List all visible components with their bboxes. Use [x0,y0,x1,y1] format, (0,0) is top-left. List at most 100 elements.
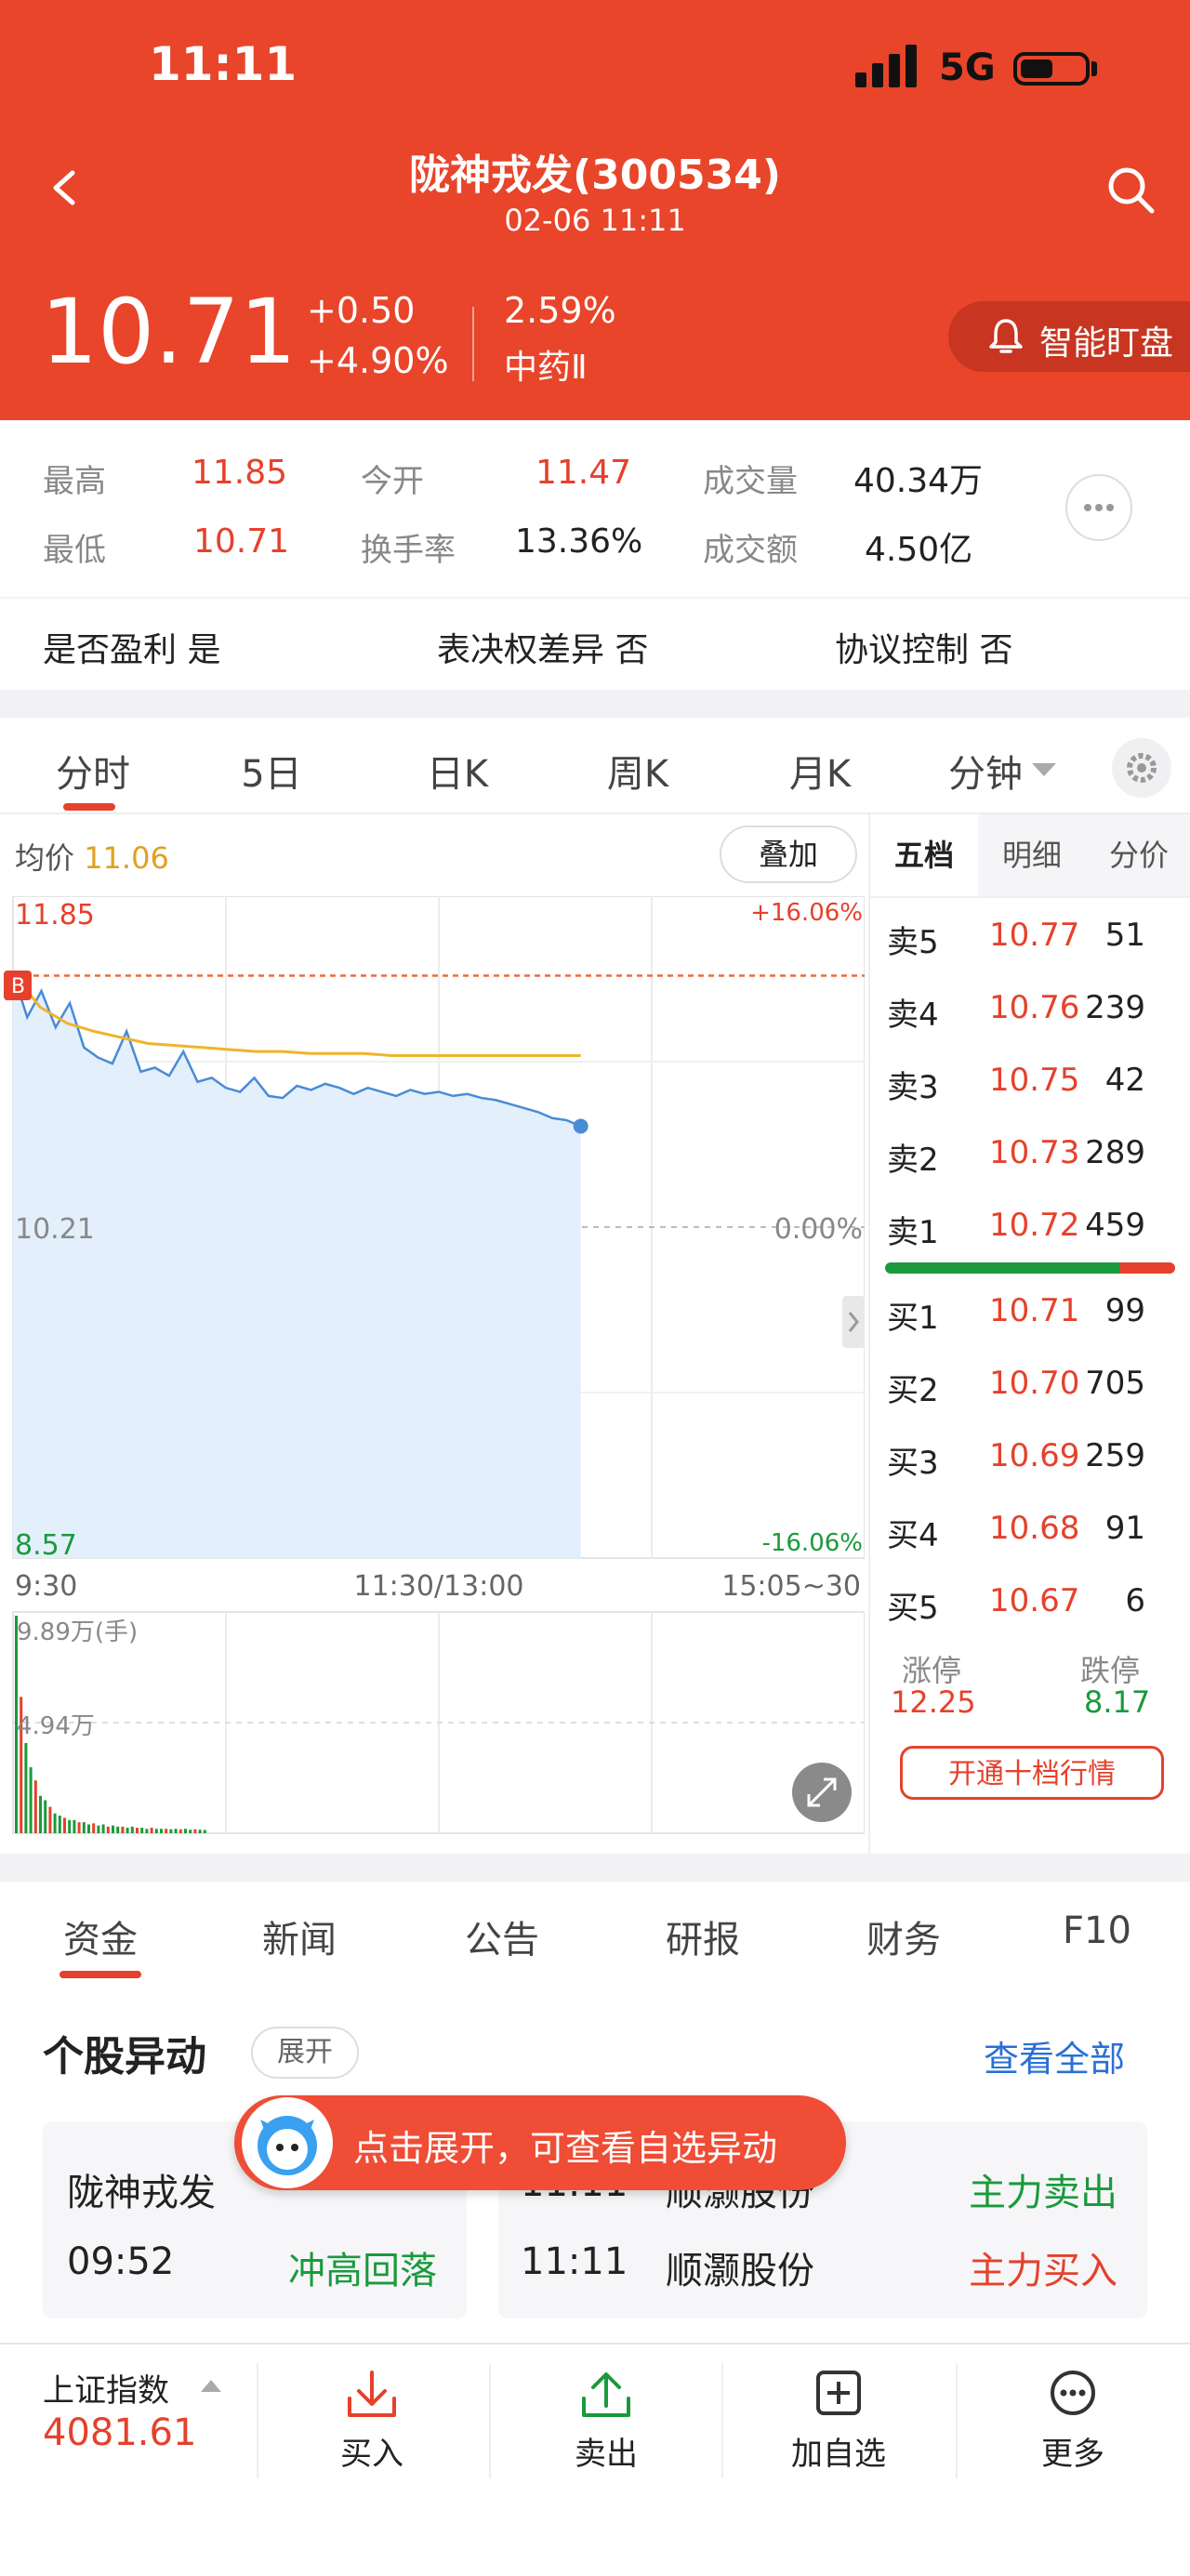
dropdown-caret-icon[interactable] [1030,760,1058,779]
buy-marker-label: B [11,975,25,998]
sell-label: 卖出 [575,2436,638,2473]
volume-bar [169,1829,173,1833]
mascot-icon [242,2097,333,2188]
bid-ask-ratio-bar [885,1262,1175,1274]
tab-monthly-k[interactable]: 月K [764,744,876,798]
flag-profit: 是否盈利 是 [43,631,221,669]
volume-bar [193,1829,197,1833]
tab-minute[interactable]: 分钟 [930,744,1041,798]
more-options-icon[interactable] [1065,474,1132,541]
tab-f10[interactable]: F10 [1039,1909,1155,1952]
signal-icon [855,45,920,87]
volume-value: 40.34万 [853,462,984,500]
x-label-mid: 11:30/13:00 [353,1570,523,1603]
volume-bar [140,1828,144,1833]
divider [472,307,474,381]
y-high-label: 11.85 [15,899,95,931]
volume-bar [101,1824,105,1833]
tab-detail[interactable]: 明细 [978,814,1086,896]
more-dots-icon [1051,2371,1095,2415]
index-name: 上证指数 [43,2372,169,2410]
tab-research[interactable]: 研报 [645,1909,760,1963]
tab-funds[interactable]: 资金 [43,1909,158,1963]
view-all-link[interactable]: 查看全部 [984,2030,1125,2081]
anomaly-tooltip[interactable]: 点击展开，可查看自选异动 [234,2095,846,2190]
status-time: 11:11 [149,37,298,91]
ask-level-label: 卖1 [887,1214,939,1251]
y-low-label: 8.57 [15,1529,77,1562]
ask-level-price: 10.73 [989,1134,1080,1171]
anomaly-stock: 陇神戎发 [67,2172,216,2214]
ask-level-label: 卖5 [887,924,939,961]
ask-level-row: 卖5 10.77 51 [870,917,1168,989]
anomaly-event: 冲高回落 [288,2250,437,2292]
tab-daily-k[interactable]: 日K [402,744,513,798]
pct-mid-label: 0.00% [774,1213,863,1246]
company-flags: 是否盈利 是 表决权差异 否 协议控制 否 [0,599,1190,690]
search-icon[interactable] [1104,164,1157,216]
volume-bar [154,1829,158,1833]
order-book: 五档 明细 分价 卖5 10.77 51 卖4 10.76 239 卖3 10.75 42 卖2 1… [868,814,1190,1854]
open-ten-levels-button[interactable]: 开通十档行情 [900,1746,1164,1800]
volume-bar [53,1813,57,1833]
intraday-price-chart[interactable]: B 11.85 10.21 8.57 +16.06% 0.00% -16.06% 9:30 11… [0,896,865,1844]
buy-button[interactable]: 买入 [307,2363,437,2484]
watch-time-2: 11:11 [521,2240,628,2283]
volume-bar [29,1767,33,1833]
volume-bar [63,1817,66,1833]
bid-level-volume: 259 [1085,1437,1145,1474]
ask-level-row: 卖4 10.76 239 [870,989,1168,1062]
tab-five-levels[interactable]: 五档 [870,814,978,896]
more-button[interactable]: 更多 [1008,2363,1138,2484]
x-label-open: 9:30 [15,1570,77,1603]
bid-level-price: 10.67 [989,1582,1080,1619]
volume-bar [44,1800,47,1833]
tab-announcements[interactable]: 公告 [444,1909,560,1963]
settings-icon[interactable] [1112,738,1171,798]
sector-label: 中药Ⅱ [504,349,588,387]
volume-max-label: 9.89万(手) [17,1618,138,1646]
add-square-icon [816,2371,861,2415]
ask-level-label: 卖4 [887,997,939,1034]
bid-level-price: 10.70 [989,1365,1080,1402]
x-label-close: 15:05~30 [721,1570,861,1603]
volume-bar [130,1826,134,1833]
avg-price: 均价 11.06 [15,840,169,876]
upload-arrow-icon [582,2372,630,2417]
tab-5day[interactable]: 5日 [216,744,327,798]
volume-bar [121,1826,125,1833]
sell-button[interactable]: 卖出 [541,2363,671,2484]
bid-level-volume: 91 [1104,1510,1145,1547]
avg-price-line [11,971,581,1057]
expand-button[interactable]: 展开 [251,2027,359,2079]
volume-bar [24,1742,28,1833]
volume-bar [112,1825,114,1833]
turnover-pct: 2.59% [504,290,616,331]
price-area [13,972,581,1558]
bid-level-label: 买3 [887,1445,939,1482]
tab-price-dist[interactable]: 分价 [1086,814,1190,896]
add-watchlist-button[interactable]: 加自选 [774,2363,904,2484]
flag-control: 协议控制 否 [835,631,1013,669]
volume-bar [73,1819,76,1833]
bid-level-label: 买4 [887,1517,939,1554]
tab-news[interactable]: 新闻 [242,1909,357,1963]
bid-level-price: 10.68 [989,1510,1080,1547]
last-price-dot [573,1118,588,1134]
tab-weekly-k[interactable]: 周K [582,744,694,798]
smart-watch-button[interactable]: 智能盯盘 [948,301,1190,372]
volume-bar [97,1825,100,1833]
open-label: 今开 [361,463,424,500]
index-ticker[interactable]: 上证指数 4081.61 [0,2345,257,2484]
index-value: 4081.61 [43,2411,197,2454]
overlay-button[interactable]: 叠加 [720,826,857,883]
volume-bar [136,1828,139,1833]
pct-low-label: -16.06% [761,1529,863,1557]
bottom-bar: 上证指数 4081.61 买入 卖出 加自选 更多 [0,2343,1190,2576]
ask-level-label: 卖2 [887,1142,939,1179]
ask-level-row: 卖3 10.75 42 [870,1062,1168,1134]
bell-icon [989,319,1023,353]
bid-level-volume: 705 [1085,1365,1145,1402]
tab-financials[interactable]: 财务 [846,1909,961,1963]
tab-intraday[interactable]: 分时 [37,744,149,798]
